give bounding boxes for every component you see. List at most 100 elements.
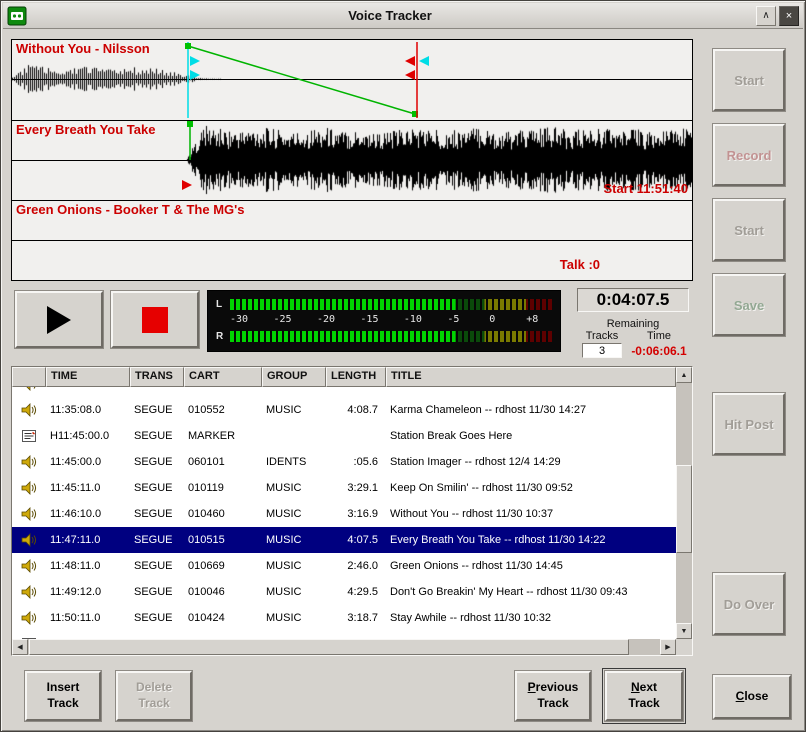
cell-title: Stay Awhile -- rdhost 11/30 10:32 (386, 612, 676, 624)
header-time[interactable]: TIME (46, 367, 130, 387)
remaining-tracks-label: Tracks (586, 330, 619, 342)
cell-length: 4:29.5 (326, 586, 386, 598)
cell-cart: 060101 (184, 456, 262, 468)
next-track-button[interactable]: Next Track (605, 671, 683, 721)
scroll-down-button[interactable]: ▼ (676, 623, 692, 639)
start-track2-button[interactable]: Start (713, 199, 785, 261)
meter-scale: -30 -25 -20 -15 -10 -5 0 +8 (230, 314, 552, 326)
header-icon-column[interactable] (12, 367, 46, 387)
talk-counter-label: Talk :0 (560, 257, 600, 272)
stop-button[interactable] (111, 291, 199, 348)
close-button[interactable]: Close (713, 675, 791, 719)
header-trans[interactable]: TRANS (130, 367, 184, 387)
previous-track-button[interactable]: Previous Track (515, 671, 591, 721)
play-icon (47, 306, 71, 334)
cell-cart: 010552 (184, 404, 262, 416)
cell-length: :05.6 (326, 456, 386, 468)
table-row[interactable]: 11:45:00.0 SEGUE 060101 IDENTS :05.6 Sta… (12, 449, 676, 475)
meter-right-label: R (216, 331, 230, 342)
track2-start-time-label: Start 11:51:40 (603, 181, 688, 196)
cell-trans: SEGUE (130, 534, 184, 546)
remaining-tracks-value: 3 (582, 343, 622, 358)
track3-pane[interactable]: Green Onions - Booker T & The MG's Talk … (12, 200, 692, 280)
cell-time: 11:35:08.0 (46, 404, 130, 416)
cell-time: 11:47:11.0 (46, 534, 130, 546)
marker-icon (21, 428, 37, 444)
cell-time: 11:45:11.0 (46, 482, 130, 494)
speaker-icon (21, 387, 37, 392)
cell-title: Green Onions -- rdhost 11/30 14:45 (386, 560, 676, 572)
table-row[interactable]: 11:45:11.0 SEGUE 010119 MUSIC 3:29.1 Kee… (12, 475, 676, 501)
table-row[interactable]: 11:47:11.0 SEGUE 010515 MUSIC 4:07.5 Eve… (12, 527, 676, 553)
cell-group: IDENTS (262, 456, 326, 468)
insert-track-button[interactable]: Insert Track (25, 671, 101, 721)
horizontal-scrollbar[interactable]: ◀ ▶ (12, 639, 676, 655)
start-track1-button[interactable]: Start (713, 49, 785, 111)
table-row[interactable]: H11:55:00.0 SEGUE MARKER Legal ID Goes H… (12, 631, 676, 639)
table-row[interactable]: 11:48:11.0 SEGUE 010669 MUSIC 2:46.0 Gre… (12, 553, 676, 579)
cell-title: Karma Chameleon -- rdhost 11/30 14:27 (386, 404, 676, 416)
close-icon: × (786, 10, 792, 22)
cell-title: Keep On Smilin' -- rdhost 11/30 09:52 (386, 482, 676, 494)
cell-group: MUSIC (262, 534, 326, 546)
waveform-panel: Without You - Nilsson Every Breath You T… (11, 39, 693, 281)
cell-time: 11:45:00.0 (46, 456, 130, 468)
meter-bar-left (230, 299, 552, 310)
play-button[interactable] (15, 291, 103, 348)
table-row[interactable] (12, 387, 676, 397)
track2-pane[interactable]: Every Breath You Take Start 11:51:40 (12, 120, 692, 200)
cell-group: MUSIC (262, 482, 326, 494)
scroll-up-button[interactable]: ▲ (676, 367, 692, 383)
header-group[interactable]: GROUP (262, 367, 326, 387)
scroll-left-button[interactable]: ◀ (12, 639, 28, 655)
elapsed-time-display: 0:04:07.5 (577, 288, 689, 312)
vertical-scrollbar[interactable]: ▲ ▼ (676, 367, 692, 655)
header-cart[interactable]: CART (184, 367, 262, 387)
speaker-icon (21, 584, 37, 600)
table-row[interactable]: 11:49:12.0 SEGUE 010046 MUSIC 4:29.5 Don… (12, 579, 676, 605)
save-button[interactable]: Save (713, 274, 785, 336)
audio-level-meter: L -30 -25 -20 -15 -10 -5 0 +8 R (207, 290, 561, 352)
cell-title: Don't Go Breakin' My Heart -- rdhost 11/… (386, 586, 676, 598)
cell-group: MUSIC (262, 560, 326, 572)
cell-title: Without You -- rdhost 11/30 10:37 (386, 508, 676, 520)
hit-post-button[interactable]: Hit Post (713, 393, 785, 455)
cell-group: MUSIC (262, 586, 326, 598)
header-length[interactable]: LENGTH (326, 367, 386, 387)
hscroll-thumb[interactable] (29, 639, 629, 655)
cell-title: Station Break Goes Here (386, 430, 676, 442)
record-button[interactable]: Record (713, 124, 785, 186)
cell-trans: SEGUE (130, 430, 184, 442)
vscroll-thumb[interactable] (676, 465, 692, 554)
titlebar[interactable]: Voice Tracker ∧ × (3, 3, 803, 29)
meter-bar-right (230, 331, 552, 342)
cell-trans: SEGUE (130, 508, 184, 520)
close-window-button[interactable]: × (779, 6, 799, 26)
delete-track-button[interactable]: Delete Track (116, 671, 192, 721)
hscroll-trough[interactable] (28, 639, 660, 655)
cell-trans: SEGUE (130, 404, 184, 416)
window-title: Voice Tracker (27, 8, 753, 23)
scroll-right-icon: ▶ (665, 643, 670, 651)
speaker-icon (21, 454, 37, 470)
speaker-icon (21, 402, 37, 418)
track1-title: Without You - Nilsson (16, 41, 150, 56)
shade-button[interactable]: ∧ (756, 6, 776, 26)
track2-title: Every Breath You Take (16, 122, 155, 137)
cell-cart: 010119 (184, 482, 262, 494)
cell-length: 2:46.0 (326, 560, 386, 572)
table-row[interactable]: 11:35:08.0 SEGUE 010552 MUSIC 4:08.7 Kar… (12, 397, 676, 423)
speaker-icon (21, 610, 37, 626)
do-over-button[interactable]: Do Over (713, 573, 785, 635)
log-table: TIME TRANS CART GROUP LENGTH TITLE (11, 366, 693, 656)
app-icon[interactable] (7, 6, 27, 26)
table-row[interactable]: 11:50:11.0 SEGUE 010424 MUSIC 3:18.7 Sta… (12, 605, 676, 631)
remaining-panel: Tracks 3 Time -0:06:06.1 (577, 330, 691, 358)
rivendell-logo-icon (7, 6, 27, 26)
table-row[interactable]: H11:45:00.0 SEGUE MARKER Station Break G… (12, 423, 676, 449)
track1-pane[interactable]: Without You - Nilsson (12, 40, 692, 120)
scroll-right-button[interactable]: ▶ (660, 639, 676, 655)
vscroll-trough[interactable] (676, 383, 692, 623)
header-title[interactable]: TITLE (386, 367, 676, 387)
table-row[interactable]: 11:46:10.0 SEGUE 010460 MUSIC 3:16.9 Wit… (12, 501, 676, 527)
